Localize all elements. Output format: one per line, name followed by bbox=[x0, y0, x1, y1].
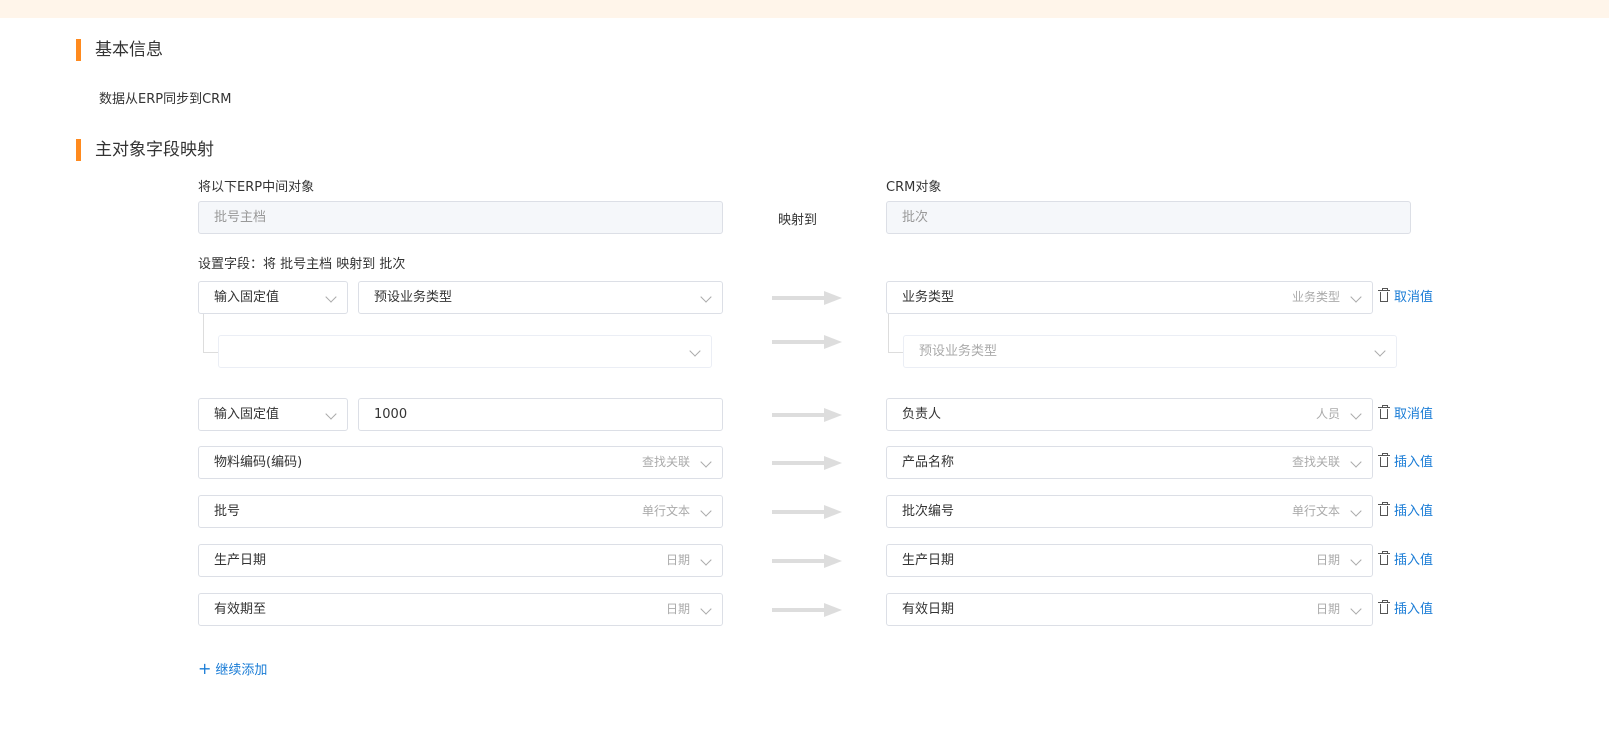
basic-info-title: 基本信息 bbox=[76, 39, 163, 61]
target-field-type: 业务类型 bbox=[1291, 290, 1340, 304]
chevron-down-icon bbox=[700, 505, 712, 517]
target-field-type: 人员 bbox=[1315, 407, 1340, 421]
action-label: 取消值 bbox=[1394, 407, 1434, 422]
target-field-value: 有效日期 bbox=[902, 602, 955, 617]
source-field-select[interactable]: 物料编码(编码) 查找关联 bbox=[198, 446, 723, 479]
target-field-select[interactable]: 批次编号 单行文本 bbox=[886, 495, 1373, 528]
action-label: 插入值 bbox=[1394, 553, 1434, 568]
source-field-type: 日期 bbox=[665, 602, 690, 616]
chevron-down-icon bbox=[1350, 554, 1362, 566]
set-fields-label: 设置字段：将 批号主档 映射到 批次 bbox=[198, 257, 406, 272]
source-value-select[interactable]: 预设业务类型 bbox=[358, 281, 723, 314]
maps-to-label: 映射到 bbox=[778, 213, 818, 228]
source-mode-value: 输入固定值 bbox=[214, 290, 280, 305]
plus-icon: + bbox=[198, 659, 212, 678]
chevron-down-icon bbox=[325, 291, 337, 303]
chevron-down-icon bbox=[1350, 408, 1362, 420]
source-field-value: 物料编码(编码) bbox=[214, 455, 303, 470]
source-field-value: 批号 bbox=[214, 504, 241, 519]
source-field-type: 查找关联 bbox=[641, 455, 690, 469]
source-field-type: 单行文本 bbox=[641, 504, 690, 518]
trash-icon bbox=[1378, 502, 1390, 517]
sub-target-select[interactable]: 预设业务类型 bbox=[903, 335, 1397, 368]
action-label: 插入值 bbox=[1394, 602, 1434, 617]
target-field-type: 日期 bbox=[1315, 553, 1340, 567]
erp-object-input: 批号主档 bbox=[198, 201, 723, 234]
cancel-value-button[interactable]: 取消值 bbox=[1378, 405, 1433, 425]
source-field-type: 日期 bbox=[665, 553, 690, 567]
target-field-select[interactable]: 产品名称 查找关联 bbox=[886, 446, 1373, 479]
mapping-arrow-icon bbox=[772, 456, 842, 470]
action-label: 取消值 bbox=[1394, 290, 1434, 305]
target-field-select[interactable]: 负责人 人员 bbox=[886, 398, 1373, 431]
chevron-down-icon bbox=[700, 554, 712, 566]
add-more-button[interactable]: + 继续添加 bbox=[198, 659, 267, 678]
insert-value-button[interactable]: 插入值 bbox=[1378, 600, 1433, 620]
mapping-arrow-icon bbox=[772, 554, 842, 568]
insert-value-button[interactable]: 插入值 bbox=[1378, 453, 1433, 473]
chevron-down-icon bbox=[700, 456, 712, 468]
target-field-select[interactable]: 业务类型 业务类型 bbox=[886, 281, 1373, 314]
target-field-select[interactable]: 有效日期 日期 bbox=[886, 593, 1373, 626]
field-mapping-title: 主对象字段映射 bbox=[76, 139, 214, 161]
target-field-value: 负责人 bbox=[902, 407, 942, 422]
chevron-down-icon bbox=[1350, 603, 1362, 615]
trash-icon bbox=[1378, 551, 1390, 566]
crm-object-label: CRM对象 bbox=[886, 180, 942, 195]
add-more-label: 继续添加 bbox=[215, 663, 268, 678]
mapping-arrow-icon bbox=[772, 408, 842, 422]
trash-icon bbox=[1378, 453, 1390, 468]
source-mode-select[interactable]: 输入固定值 bbox=[198, 281, 348, 314]
target-field-type: 查找关联 bbox=[1291, 455, 1340, 469]
chevron-down-icon bbox=[325, 408, 337, 420]
chevron-down-icon bbox=[689, 345, 701, 357]
source-field-value: 生产日期 bbox=[214, 553, 267, 568]
sub-target-value: 预设业务类型 bbox=[919, 344, 998, 359]
chevron-down-icon bbox=[700, 291, 712, 303]
fixed-value: 1000 bbox=[374, 407, 408, 422]
chevron-down-icon bbox=[1350, 505, 1362, 517]
source-value: 预设业务类型 bbox=[374, 290, 453, 305]
insert-value-button[interactable]: 插入值 bbox=[1378, 502, 1433, 522]
chevron-down-icon bbox=[1350, 456, 1362, 468]
source-field-select[interactable]: 生产日期 日期 bbox=[198, 544, 723, 577]
sync-direction-text: 数据从ERP同步到CRM bbox=[99, 92, 232, 107]
insert-value-button[interactable]: 插入值 bbox=[1378, 551, 1433, 571]
target-field-type: 日期 bbox=[1315, 602, 1340, 616]
source-mode-select[interactable]: 输入固定值 bbox=[198, 398, 348, 431]
chevron-down-icon bbox=[1374, 345, 1386, 357]
source-field-select[interactable]: 批号 单行文本 bbox=[198, 495, 723, 528]
chevron-down-icon bbox=[1350, 291, 1362, 303]
chevron-down-icon bbox=[700, 603, 712, 615]
target-field-type: 单行文本 bbox=[1291, 504, 1340, 518]
target-field-value: 生产日期 bbox=[902, 553, 955, 568]
mapping-arrow-icon bbox=[772, 603, 842, 617]
target-field-value: 业务类型 bbox=[902, 290, 955, 305]
mapping-arrow-icon bbox=[772, 505, 842, 519]
source-mode-value: 输入固定值 bbox=[214, 407, 280, 422]
mapping-arrow-icon bbox=[772, 291, 842, 305]
crm-object-input: 批次 bbox=[886, 201, 1411, 234]
top-notice-bar bbox=[0, 0, 1609, 18]
fixed-value-input[interactable]: 1000 bbox=[358, 398, 723, 431]
erp-object-label: 将以下ERP中间对象 bbox=[198, 180, 315, 195]
source-field-value: 有效期至 bbox=[214, 602, 267, 617]
target-field-value: 产品名称 bbox=[902, 455, 955, 470]
target-field-value: 批次编号 bbox=[902, 504, 955, 519]
source-field-select[interactable]: 有效期至 日期 bbox=[198, 593, 723, 626]
action-label: 插入值 bbox=[1394, 455, 1434, 470]
sub-source-select[interactable] bbox=[218, 335, 712, 368]
trash-icon bbox=[1378, 600, 1390, 615]
cancel-value-button[interactable]: 取消值 bbox=[1378, 288, 1433, 308]
target-field-select[interactable]: 生产日期 日期 bbox=[886, 544, 1373, 577]
mapping-arrow-icon bbox=[772, 335, 842, 349]
trash-icon bbox=[1378, 288, 1390, 303]
action-label: 插入值 bbox=[1394, 504, 1434, 519]
trash-icon bbox=[1378, 405, 1390, 420]
